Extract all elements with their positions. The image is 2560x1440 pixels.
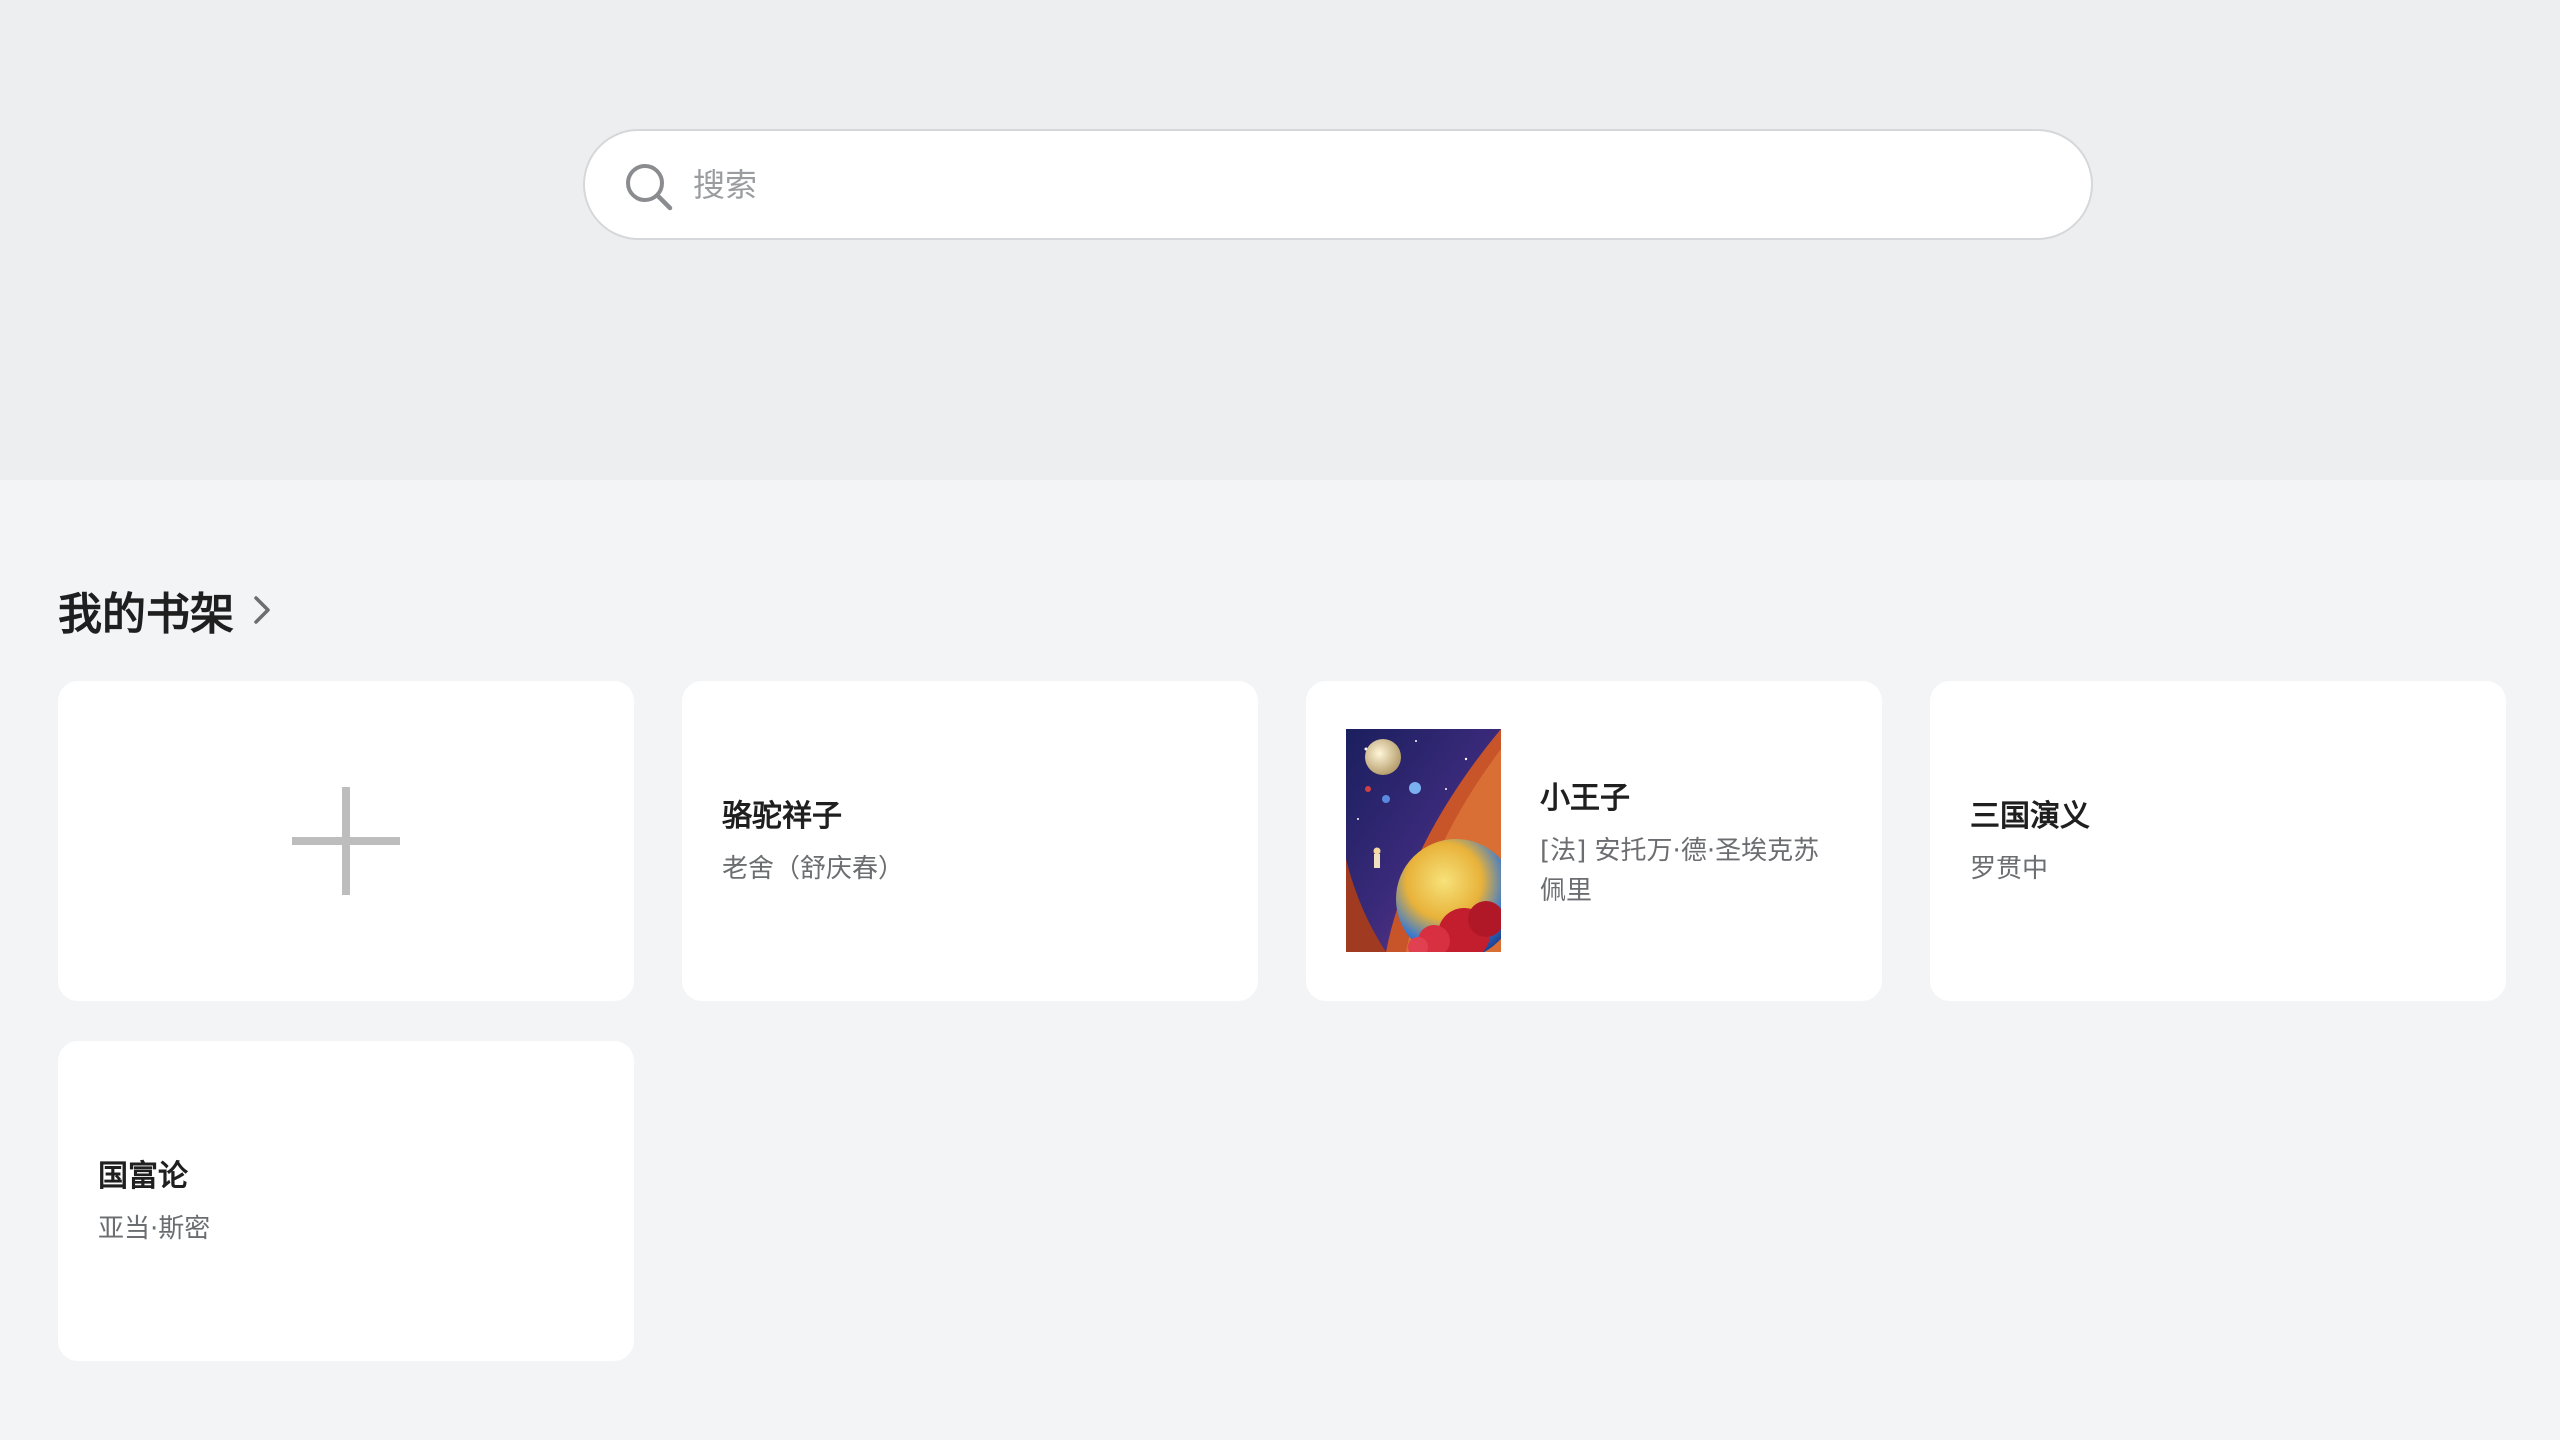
book-author: [法] 安托万·德·圣埃克苏佩里 <box>1540 836 1820 906</box>
search-input[interactable] <box>693 131 2053 238</box>
book-author: 老舍（舒庆春） <box>722 854 905 884</box>
book-author: 亚当·斯密 <box>98 1214 211 1244</box>
book-card[interactable]: 骆驼祥子 老舍（舒庆春） <box>682 681 1258 1001</box>
shelf-title: 我的书架 <box>58 589 234 640</box>
chevron-right-icon <box>254 596 270 624</box>
book-title: 国富论 <box>98 1159 188 1194</box>
book-cover-image <box>1346 729 1501 952</box>
plus-icon <box>292 787 400 895</box>
search-bar[interactable] <box>583 129 2093 240</box>
book-card[interactable]: 三国演义 罗贯中 <box>1930 681 2506 1001</box>
book-card[interactable]: 小王子 [法] 安托万·德·圣埃克苏佩里 <box>1306 681 1882 1001</box>
book-title: 小王子 <box>1540 781 1630 816</box>
book-title: 骆驼祥子 <box>722 799 842 834</box>
book-author: 罗贯中 <box>1970 854 2049 884</box>
search-area <box>0 0 2560 480</box>
book-title: 三国演义 <box>1970 799 2090 834</box>
add-book-card[interactable] <box>58 681 634 1001</box>
shelf-header[interactable]: 我的书架 <box>58 578 274 642</box>
search-icon <box>626 164 673 211</box>
book-card[interactable]: 国富论 亚当·斯密 <box>58 1041 634 1361</box>
